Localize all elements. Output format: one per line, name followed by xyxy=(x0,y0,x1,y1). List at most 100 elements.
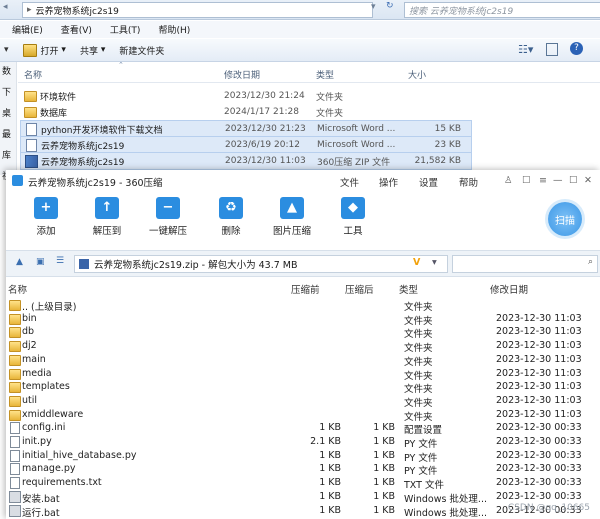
search-input[interactable]: ⌕ xyxy=(452,255,598,273)
breadcrumb-current[interactable]: 云养宠物系统jc2s19 xyxy=(36,4,119,17)
file-row[interactable]: 云养宠物系统jc2s19 2023/12/30 11:03 360压缩 ZIP 文件… xyxy=(20,152,472,170)
list-view-icon[interactable]: ☰ xyxy=(56,256,64,266)
menu-bar: 编辑(E) 查看(V) 工具(T) 帮助(H) xyxy=(0,21,600,38)
column-type[interactable]: 类型 xyxy=(399,282,418,296)
dropdown-icon[interactable]: ▾ xyxy=(432,257,437,268)
menu-icon[interactable]: ≡ xyxy=(539,175,547,186)
view-options-icon[interactable]: ☷▾ xyxy=(518,43,533,56)
extract-to-button[interactable]: ↑ 解压到 xyxy=(79,197,135,237)
explorer-window: ◂ ▸ 云养宠物系统jc2s19 ▾ ↻ 搜索 云养宠物系统jc2s19 编辑(… xyxy=(0,0,600,182)
menu-file[interactable]: 文件 xyxy=(340,175,359,189)
zip-window: 云养宠物系统jc2s19 - 360压缩 文件 操作 设置 帮助 ♙ ☐ ≡ —… xyxy=(6,170,600,519)
search-icon[interactable]: ⌕ xyxy=(588,257,593,267)
nav-item[interactable]: 下 xyxy=(2,85,16,98)
archive-row[interactable]: xmiddleware 文件夹 2023-12-30 11:03 xyxy=(6,408,600,423)
archive-row[interactable]: init.py 2.1 KB 1 KB PY 文件 2023-12-30 00:33 xyxy=(6,435,600,450)
entry-size-after: 1 KB xyxy=(373,422,395,434)
menu-help[interactable]: 帮助 xyxy=(459,175,478,189)
word-document-icon xyxy=(26,139,37,152)
up-arrow-icon[interactable]: ▲ xyxy=(16,257,23,267)
view-icon[interactable]: ▣ xyxy=(36,257,45,267)
archive-row[interactable]: initial_hive_database.py 1 KB 1 KB PY 文件 202… xyxy=(6,449,600,464)
sort-icon: ⌃ xyxy=(118,61,124,69)
new-folder-button[interactable]: 新建文件夹 xyxy=(119,44,164,57)
navigation-pane: 数 下 桌 最 库 视 xyxy=(0,62,17,182)
archive-row[interactable]: main 文件夹 2023-12-30 11:03 xyxy=(6,353,600,368)
column-type[interactable]: 类型 xyxy=(316,68,334,81)
archive-row[interactable]: db 文件夹 2023-12-30 11:03 xyxy=(6,325,600,340)
column-name[interactable]: 名称 xyxy=(24,68,42,81)
column-after[interactable]: 压缩后 xyxy=(345,282,374,296)
menu-help[interactable]: 帮助(H) xyxy=(158,23,190,36)
close-icon[interactable]: ✕ xyxy=(584,175,592,186)
menu-edit[interactable]: 编辑(E) xyxy=(12,23,43,36)
minimize-icon[interactable]: — xyxy=(553,175,563,186)
menu-view[interactable]: 查看(V) xyxy=(61,23,92,36)
archive-row[interactable]: media 文件夹 2023-12-30 11:03 xyxy=(6,367,600,382)
share-button[interactable]: 共享 ▾ xyxy=(80,44,105,57)
entry-name: db xyxy=(22,326,35,338)
nav-item[interactable]: 桌 xyxy=(2,106,16,119)
entry-size-after: 1 KB xyxy=(373,504,395,516)
entry-date: 2023-12-30 11:03 xyxy=(496,353,582,365)
column-name[interactable]: 名称 xyxy=(8,282,27,296)
archive-row[interactable]: .. (上级目录) 文件夹 xyxy=(6,298,600,313)
maximize-icon[interactable]: ☐ xyxy=(569,175,578,186)
file-row[interactable]: 环境软件 2023/12/30 21:24 文件夹 xyxy=(20,88,470,104)
file-row[interactable]: 数据库 2024/1/17 21:28 文件夹 xyxy=(20,104,470,120)
file-name: 云养宠物系统jc2s19 xyxy=(41,157,125,168)
menu-operate[interactable]: 操作 xyxy=(379,175,398,189)
comment-icon[interactable]: ☐ xyxy=(522,175,531,186)
dropdown-icon[interactable]: ▾ xyxy=(371,2,376,12)
entry-date: 2023-12-30 00:33 xyxy=(496,449,582,461)
archive-row[interactable]: manage.py 1 KB 1 KB PY 文件 2023-12-30 00:33 xyxy=(6,462,600,477)
menu-settings[interactable]: 设置 xyxy=(419,175,438,189)
file-date: 2023/12/30 21:23 xyxy=(225,124,306,134)
delete-button[interactable]: ♻ 删除 xyxy=(203,197,259,237)
file-name: 云养宠物系统jc2s19 xyxy=(41,141,125,152)
scan-button[interactable]: 扫描 xyxy=(548,202,582,236)
search-input[interactable]: 搜索 云养宠物系统jc2s19 xyxy=(404,2,600,18)
archive-row[interactable]: requirements.txt 1 KB 1 KB TXT 文件 2023-12-30… xyxy=(6,476,600,491)
refresh-icon[interactable]: ↻ xyxy=(386,1,394,11)
menu-tools[interactable]: 工具(T) xyxy=(110,23,141,36)
image-compress-button[interactable]: ▲ 图片压缩 xyxy=(264,197,320,237)
archive-row[interactable]: util 文件夹 2023-12-30 11:03 xyxy=(6,394,600,409)
shirt-icon[interactable]: ♙ xyxy=(504,175,513,186)
back-icon[interactable]: ◂ xyxy=(3,2,8,12)
toolbar: + 添加 ↑ 解压到 − 一键解压 ♻ 删除 ▲ 图片压缩 ◆ 工具 xyxy=(6,192,600,250)
chevron-down-icon[interactable]: ▾ xyxy=(4,45,9,55)
archive-row[interactable]: 安装.bat 1 KB 1 KB Windows 批处理... 2023-12-30 0… xyxy=(6,490,600,505)
add-button[interactable]: + 添加 xyxy=(18,197,74,237)
archive-row[interactable]: templates 文件夹 2023-12-30 11:03 xyxy=(6,380,600,395)
archive-row[interactable]: dj2 文件夹 2023-12-30 11:03 xyxy=(6,339,600,354)
tools-button[interactable]: ◆ 工具 xyxy=(325,197,381,237)
zip-file-icon xyxy=(79,259,89,269)
file-icon xyxy=(10,463,20,476)
column-date[interactable]: 修改日期 xyxy=(490,282,528,296)
help-icon[interactable]: ? xyxy=(570,42,583,55)
entry-name: util xyxy=(22,394,38,406)
breadcrumb[interactable]: ▸ 云养宠物系统jc2s19 xyxy=(22,2,373,18)
nav-item[interactable]: 最 xyxy=(2,127,16,140)
column-date[interactable]: 修改日期 xyxy=(224,68,260,81)
entry-date: 2023-12-30 11:03 xyxy=(496,394,582,406)
archive-row[interactable]: config.ini 1 KB 1 KB 配置设置 2023-12-30 00:33 xyxy=(6,421,600,436)
nav-item[interactable]: 数 xyxy=(2,64,16,77)
nav-item[interactable]: 库 xyxy=(2,148,16,161)
quick-extract-button[interactable]: − 一键解压 xyxy=(140,197,196,237)
column-size[interactable]: 大小 xyxy=(408,68,426,81)
v-icon[interactable]: V xyxy=(413,257,420,268)
new-folder-label: 新建文件夹 xyxy=(119,46,165,57)
archive-row[interactable]: bin 文件夹 2023-12-30 11:03 xyxy=(6,312,600,327)
archive-path[interactable]: 云养宠物系统jc2s19.zip - 解包大小为 43.7 MB V ▾ xyxy=(74,255,448,273)
open-button[interactable]: 打开 ▾ xyxy=(22,43,66,57)
open-label: 打开 xyxy=(40,46,59,57)
entry-date: 2023-12-30 00:33 xyxy=(496,490,582,502)
entry-date: 2023-12-30 11:03 xyxy=(496,326,582,338)
box-icon: ◆ xyxy=(341,197,365,219)
column-before[interactable]: 压缩前 xyxy=(291,282,320,296)
entry-size-after: 1 KB xyxy=(373,463,395,475)
preview-pane-icon[interactable] xyxy=(546,43,558,56)
delete-label: 删除 xyxy=(221,226,241,237)
